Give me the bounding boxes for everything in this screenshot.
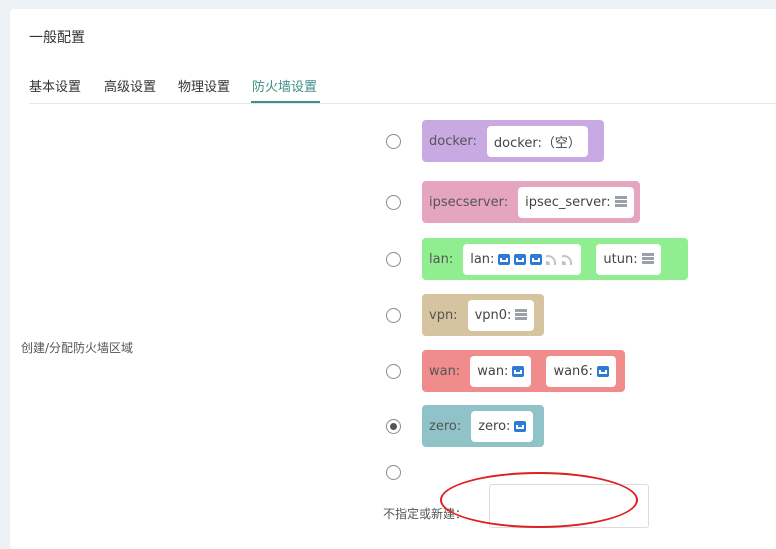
zone-radio-1[interactable] [386, 195, 401, 210]
new-zone-input[interactable] [489, 484, 649, 528]
ethernet-icon [512, 365, 525, 377]
active-tab-indicator [251, 101, 320, 103]
ethernet-icon [498, 253, 511, 265]
zone-badge[interactable]: lan: lan: utun: [422, 238, 688, 280]
ethernet-icon [514, 253, 527, 265]
firewall-zone-label: 创建/分配防火墙区域 [21, 341, 134, 355]
ethernet-icon [514, 420, 527, 432]
zone-name: wan: [429, 363, 461, 379]
device-badge: wan: [470, 355, 532, 387]
device-label: lan: [470, 251, 495, 267]
zone-name: ipsecserver: [429, 194, 509, 210]
device-badge: utun: [596, 243, 661, 275]
device-label: docker:（空） [493, 135, 581, 151]
tab-physical-settings[interactable]: 物理设置 [178, 76, 230, 95]
device-label: wan6: [553, 363, 593, 379]
device-badge: lan: [463, 243, 582, 275]
zone-badge[interactable]: wan: wan: wan6: [422, 350, 625, 392]
zone-badge[interactable]: zero: zero: [422, 405, 544, 447]
wifi-icon [562, 253, 574, 265]
device-badge: docker:（空） [486, 125, 588, 157]
panel-title: 一般配置 [29, 30, 85, 46]
wifi-icon [546, 253, 558, 265]
zone-radio-3[interactable] [386, 308, 401, 323]
server-icon [641, 253, 654, 265]
tab-firewall-settings[interactable]: 防火墙设置 [252, 76, 317, 95]
device-label: ipsec_server: [525, 194, 611, 210]
tab-advanced-settings[interactable]: 高级设置 [104, 76, 156, 95]
device-label: wan: [477, 363, 509, 379]
ethernet-icon [596, 365, 609, 377]
tab-basic-settings[interactable]: 基本设置 [29, 76, 81, 95]
device-badge: wan6: [546, 355, 616, 387]
zone-radio-5[interactable] [386, 419, 401, 434]
device-badge: zero: [471, 410, 534, 442]
ethernet-icon [530, 253, 543, 265]
device-label: vpn0: [474, 307, 512, 323]
server-icon [515, 309, 528, 321]
zone-badge[interactable]: vpn: vpn0: [422, 294, 544, 336]
device-label: zero: [478, 418, 511, 434]
device-label: utun: [603, 251, 638, 267]
tab-bar: 基本设置 高级设置 物理设置 防火墙设置 [29, 67, 776, 104]
zone-name: lan: [429, 251, 454, 267]
zone-radio-4[interactable] [386, 364, 401, 379]
new-zone-label: 不指定或新建： [383, 507, 468, 521]
zone-name: vpn: [429, 307, 458, 323]
zone-radio-2[interactable] [386, 252, 401, 267]
zone-name: docker: [429, 133, 477, 149]
server-icon [614, 196, 627, 208]
zone-radio-unspecified[interactable] [386, 465, 401, 480]
device-badge: vpn0: [467, 299, 535, 331]
device-badge: ipsec_server: [518, 186, 634, 218]
zone-name: zero: [429, 418, 462, 434]
zone-badge[interactable]: docker: docker:（空） [422, 120, 604, 162]
zone-badge[interactable]: ipsecserver: ipsec_server: [422, 181, 640, 223]
zone-radio-0[interactable] [386, 134, 401, 149]
